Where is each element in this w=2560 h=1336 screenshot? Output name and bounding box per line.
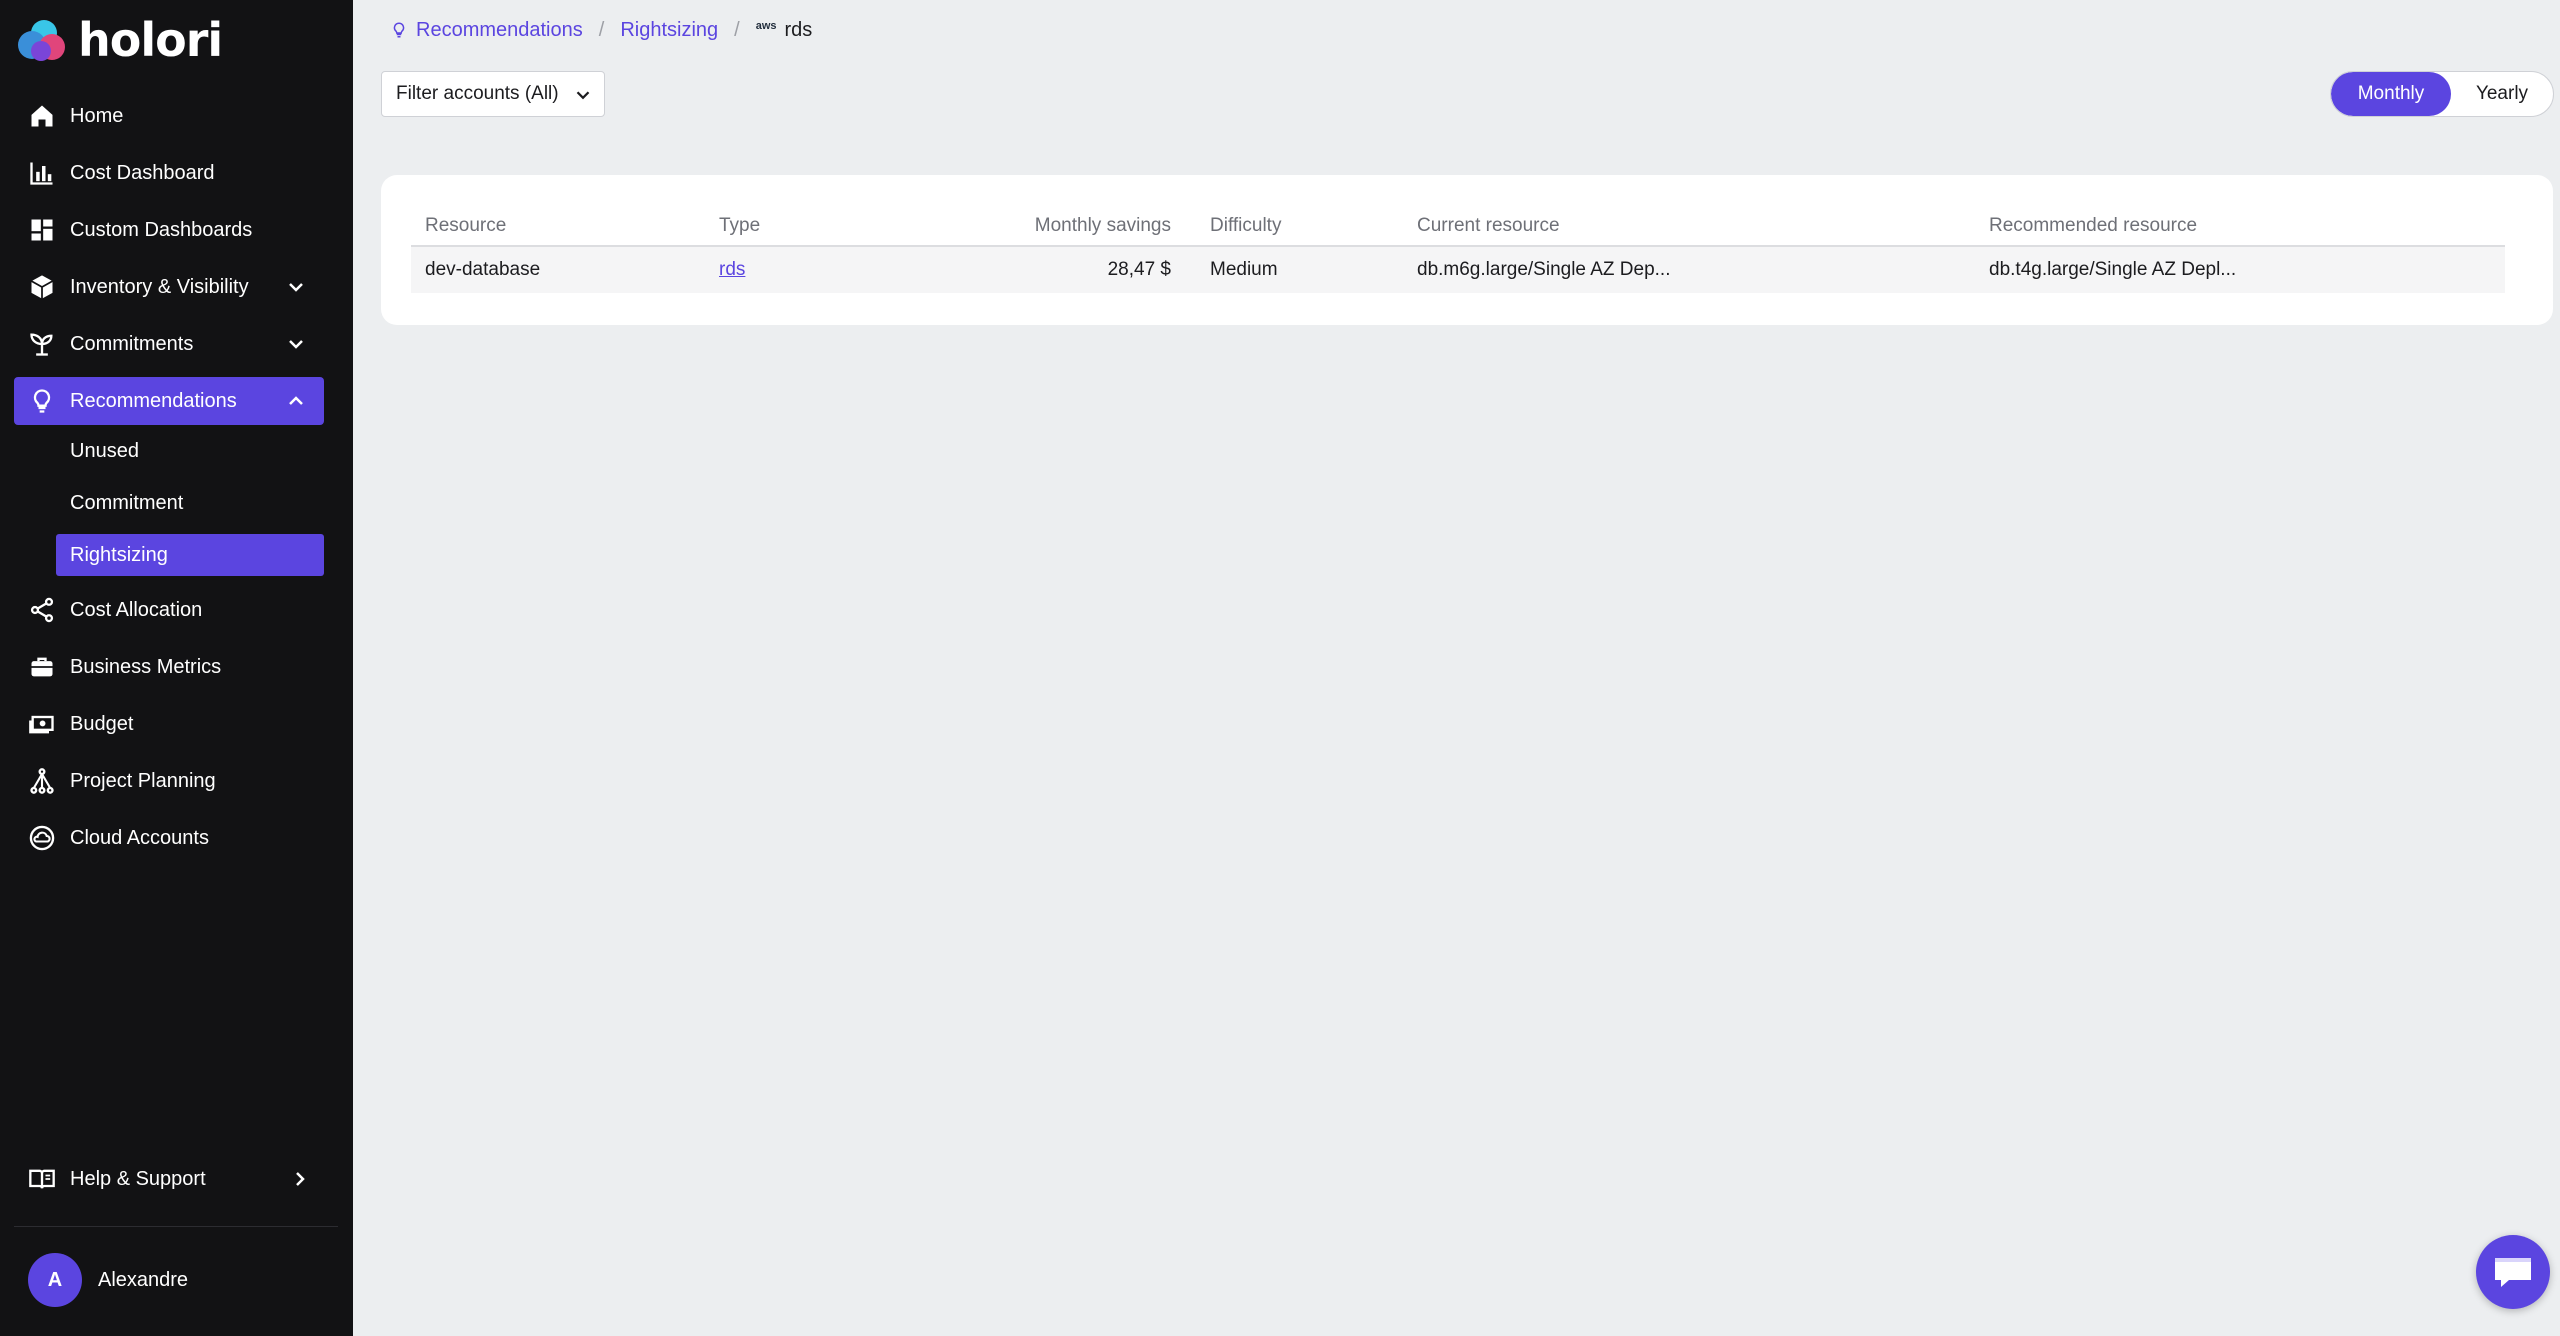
sidebar-item-inventory-visibility[interactable]: Inventory & Visibility: [14, 263, 324, 311]
sidebar-subitem-rightsizing[interactable]: Rightsizing: [56, 534, 324, 576]
chevron-right-icon[interactable]: [288, 1167, 312, 1191]
sidebar-item-budget[interactable]: Budget: [14, 700, 324, 748]
logo-text: holori: [78, 13, 223, 67]
sidebar-item-label: Home: [70, 104, 124, 127]
column-header-current-resource[interactable]: Current resource: [1417, 207, 1560, 245]
sidebar-item-label: Cost Dashboard: [70, 161, 215, 184]
toggle-monthly[interactable]: Monthly: [2331, 72, 2451, 116]
cube-icon: [28, 273, 56, 301]
lightbulb-icon: [393, 22, 405, 38]
breadcrumb-recommendations[interactable]: Recommendations: [416, 19, 583, 42]
column-header-difficulty[interactable]: Difficulty: [1210, 207, 1281, 245]
sidebar-item-label: Project Planning: [70, 769, 216, 792]
cloud-circle-icon: [28, 824, 56, 852]
recommendations-card: Resource Type Monthly savings Difficulty…: [381, 175, 2553, 325]
breadcrumb-current-label: rds: [784, 18, 813, 41]
sidebar-item-business-metrics[interactable]: Business Metrics: [14, 643, 324, 691]
user-name: Alexandre: [98, 1268, 189, 1291]
bar-chart-icon: [28, 159, 56, 187]
sidebar-item-custom-dashboards[interactable]: Custom Dashboards: [14, 206, 324, 254]
sidebar-item-label: Inventory & Visibility: [70, 275, 249, 298]
home-icon: [28, 102, 56, 130]
sidebar-item-label: Commitments: [70, 332, 194, 355]
cell-monthly-savings: 28,47 $: [1107, 259, 1171, 280]
book-icon: [28, 1165, 56, 1193]
recommendations-table: Resource Type Monthly savings Difficulty…: [411, 207, 2505, 293]
plant-icon: [28, 330, 56, 358]
sidebar-nav: Home Cost Dashboard Custom Dashboards In…: [14, 92, 324, 871]
sidebar-item-home[interactable]: Home: [14, 92, 324, 140]
sidebar-item-label: Business Metrics: [70, 655, 222, 678]
holori-logo[interactable]: holori: [14, 13, 223, 67]
filter-accounts-label: Filter accounts (All): [396, 83, 559, 104]
sidebar-item-commitments[interactable]: Commitments: [14, 320, 324, 368]
aws-icon: aws: [755, 19, 777, 32]
user-profile[interactable]: A Alexandre: [28, 1253, 188, 1307]
breadcrumb-current: aws rds: [756, 19, 813, 42]
chat-icon: [2495, 1258, 2531, 1287]
period-toggle: Monthly Yearly: [2330, 71, 2554, 117]
sidebar-divider: [14, 1226, 338, 1227]
share-icon: [28, 596, 56, 624]
column-header-recommended-resource[interactable]: Recommended resource: [1989, 207, 2197, 245]
cell-recommended-resource: db.t4g.large/Single AZ Depl...: [1989, 259, 2237, 280]
cell-resource: dev-database: [425, 259, 541, 280]
help-support-label: Help & Support: [70, 1167, 206, 1190]
sidebar-item-label: Cost Allocation: [70, 598, 203, 621]
dashboard-icon: [28, 216, 56, 244]
sidebar-subitem-label: Unused: [70, 439, 139, 462]
sidebar-item-label: Cloud Accounts: [70, 826, 209, 849]
column-header-type[interactable]: Type: [719, 207, 760, 245]
sidebar-subitem-label: Rightsizing: [70, 543, 168, 566]
chevron-up-icon[interactable]: [284, 389, 308, 413]
chevron-down-icon[interactable]: [284, 275, 308, 299]
sidebar-item-recommendations[interactable]: Recommendations: [14, 377, 324, 425]
network-icon: [28, 767, 56, 795]
cell-difficulty: Medium: [1210, 259, 1278, 280]
sidebar-item-label: Custom Dashboards: [70, 218, 253, 241]
chat-button[interactable]: [2476, 1235, 2550, 1309]
sidebar-item-label: Recommendations: [70, 389, 237, 412]
filter-accounts-dropdown[interactable]: Filter accounts (All): [381, 71, 605, 117]
sidebar-item-project-planning[interactable]: Project Planning: [14, 757, 324, 805]
sidebar-subitem-unused[interactable]: Unused: [56, 430, 324, 472]
breadcrumb: Recommendations / Rightsizing / aws rds: [390, 16, 812, 44]
type-link[interactable]: rds: [719, 259, 745, 281]
sidebar-item-cloud-accounts[interactable]: Cloud Accounts: [14, 814, 324, 862]
table-header: Resource Type Monthly savings Difficulty…: [411, 207, 2505, 247]
column-header-monthly-savings[interactable]: Monthly savings: [871, 207, 1171, 245]
sidebar-item-label: Budget: [70, 712, 134, 735]
breadcrumb-separator: /: [598, 18, 605, 41]
lightbulb-icon: [28, 387, 56, 415]
money-icon: [28, 710, 56, 738]
column-header-resource[interactable]: Resource: [425, 207, 506, 245]
chevron-down-icon: [576, 91, 590, 100]
toggle-yearly[interactable]: Yearly: [2451, 72, 2553, 116]
avatar[interactable]: A: [28, 1253, 82, 1307]
cell-type: rds: [719, 247, 745, 293]
sidebar: holori Home Cost Dashboard Custom Dashbo…: [0, 0, 353, 1336]
breadcrumb-rightsizing[interactable]: Rightsizing: [620, 19, 718, 42]
table-row[interactable]: dev-database rds 28,47 $ Medium db.m6g.l…: [411, 247, 2505, 293]
cell-current-resource: db.m6g.large/Single AZ Dep...: [1417, 259, 1671, 280]
sidebar-item-help-support[interactable]: Help & Support: [14, 1155, 324, 1203]
breadcrumb-separator: /: [734, 18, 740, 41]
sidebar-item-cost-dashboard[interactable]: Cost Dashboard: [14, 149, 324, 197]
holori-logo-icon: [18, 20, 65, 61]
sidebar-item-cost-allocation[interactable]: Cost Allocation: [14, 586, 324, 634]
chevron-down-icon[interactable]: [284, 332, 308, 356]
recommendations-submenu: Unused Commitment Rightsizing: [14, 430, 324, 576]
briefcase-icon: [28, 653, 56, 681]
sidebar-subitem-commitment[interactable]: Commitment: [56, 482, 324, 524]
sidebar-subitem-label: Commitment: [70, 491, 184, 514]
